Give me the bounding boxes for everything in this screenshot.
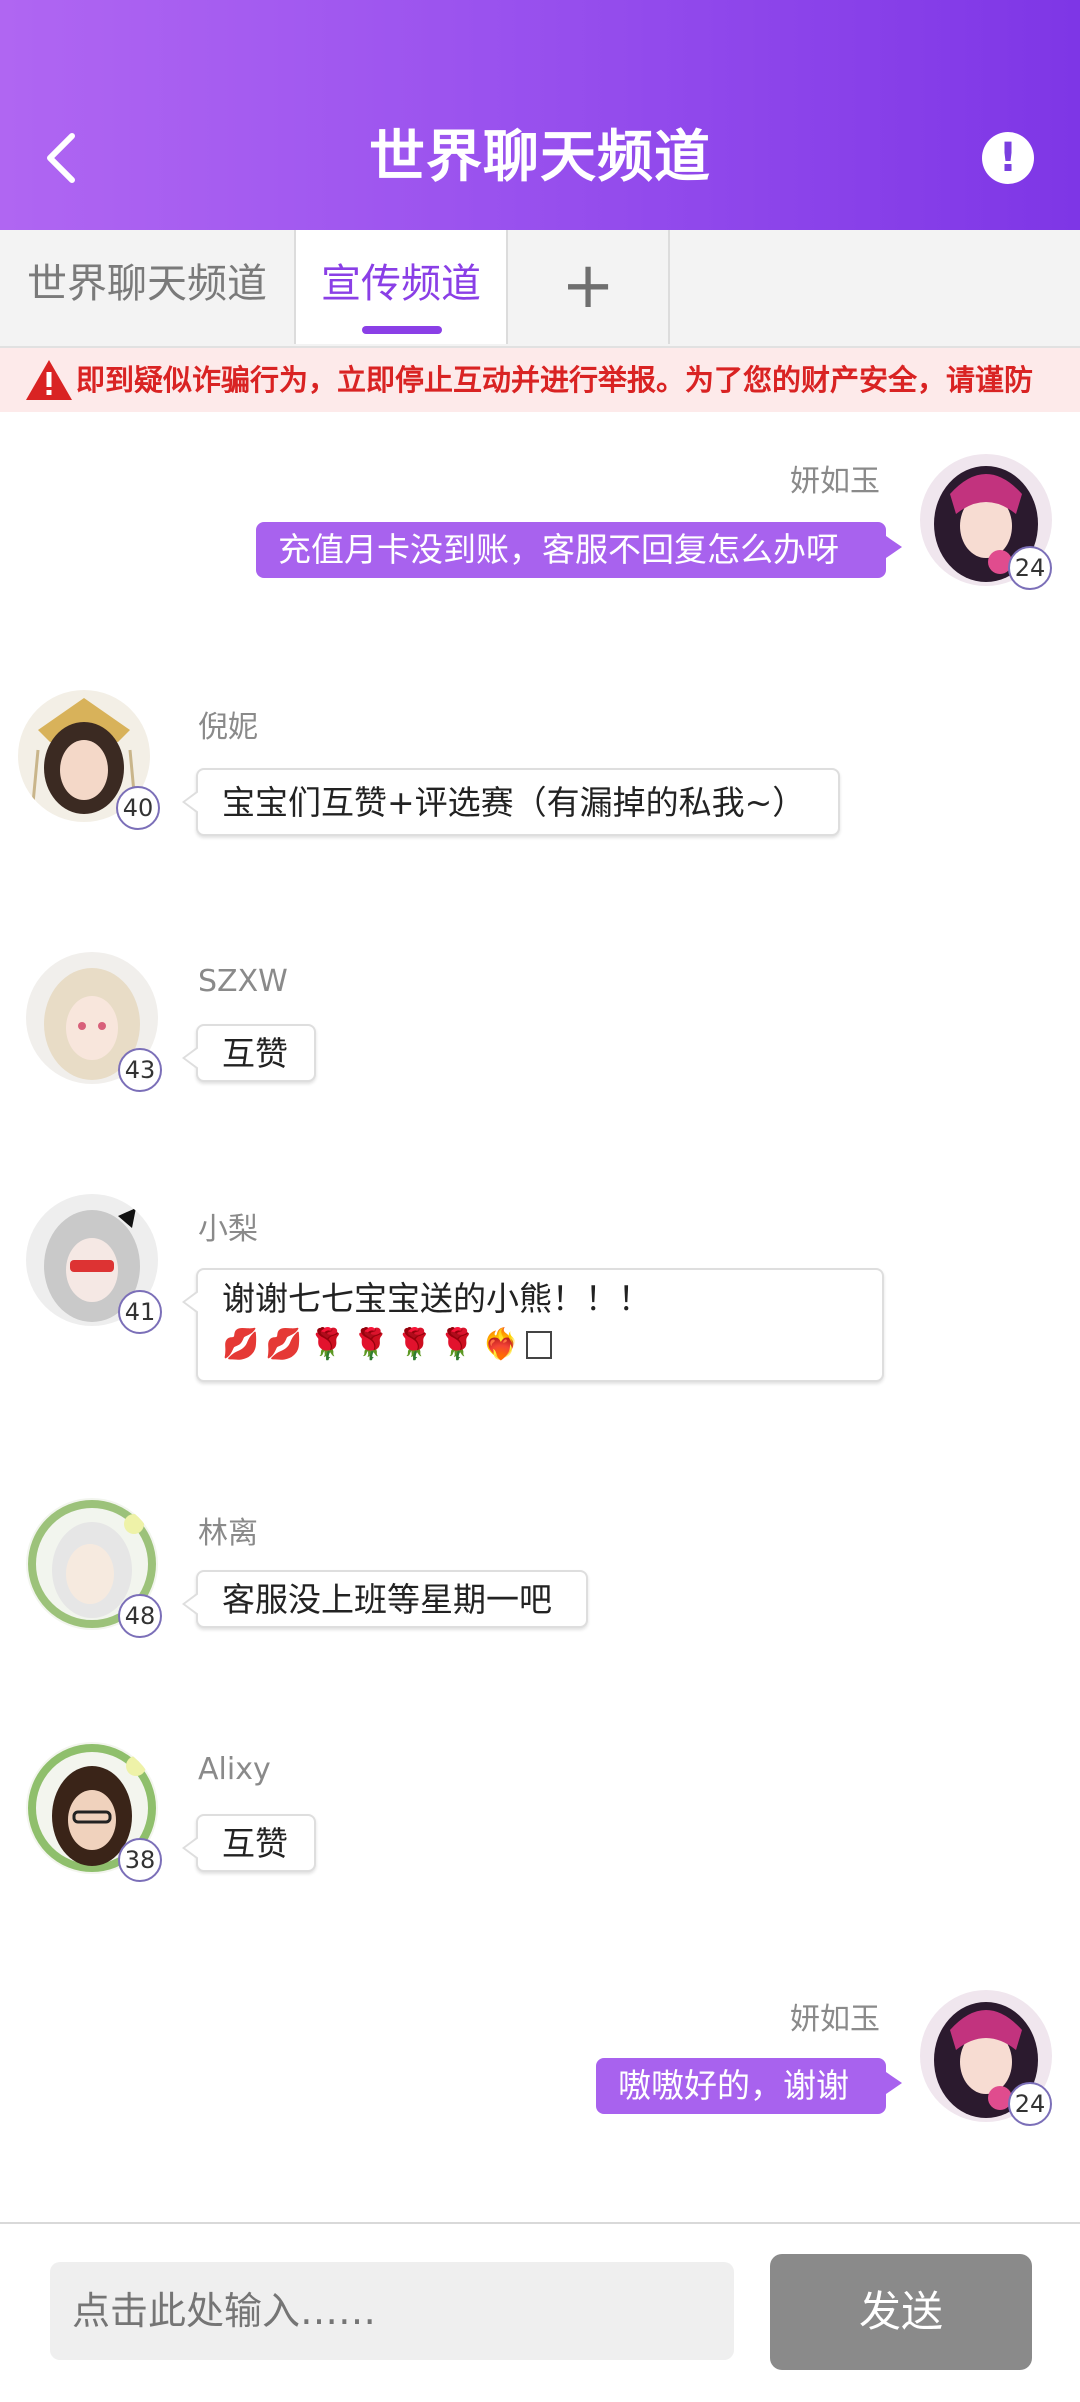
- avatar[interactable]: 24: [920, 1990, 1060, 2130]
- level-badge: 40: [116, 786, 160, 830]
- rose-emoji: 🌹: [395, 1327, 433, 1362]
- send-button[interactable]: 发送: [770, 2254, 1032, 2370]
- message-text: 谢谢七七宝宝送的小熊！！！: [222, 1279, 651, 1318]
- tabbar-spacer: [670, 230, 1080, 344]
- level-badge: 41: [118, 1290, 162, 1334]
- add-channel-button[interactable]: +: [508, 230, 670, 344]
- warning-triangle-icon: [26, 360, 72, 400]
- exclamation-circle-icon: !: [998, 135, 1018, 181]
- level-badge: 48: [118, 1594, 162, 1638]
- fraud-warning-banner: 即到疑似诈骗行为，立即停止互动并进行举报。为了您的财产安全，请谨防: [0, 348, 1080, 412]
- tab-promotion[interactable]: 宣传频道: [296, 230, 508, 344]
- kiss-emoji: 💋: [222, 1327, 260, 1362]
- avatar[interactable]: 24: [920, 454, 1060, 594]
- tab-label: 宣传频道: [321, 261, 481, 307]
- message-bubble[interactable]: 充值月卡没到账，客服不回复怎么办呀: [256, 522, 902, 578]
- heart-on-fire-emoji: ❤️‍🔥: [482, 1327, 520, 1362]
- message-bubble[interactable]: 互赞: [182, 1024, 316, 1082]
- rose-emoji: 🌹: [438, 1327, 477, 1362]
- rose-emoji: 🌹: [308, 1327, 347, 1362]
- avatar[interactable]: 40: [18, 690, 160, 830]
- channel-tabs: 世界聊天频道 宣传频道 +: [0, 230, 1080, 348]
- emoji-row: 💋 💋 🌹 🌹 🌹 🌹 ❤️‍🔥: [222, 1324, 858, 1366]
- message-input[interactable]: [50, 2262, 734, 2360]
- username: 小梨: [198, 1212, 258, 1247]
- username: 林离: [198, 1516, 258, 1551]
- username: SZXW: [198, 964, 288, 999]
- message-bubble[interactable]: 互赞: [182, 1814, 316, 1872]
- username: 妍如玉: [790, 464, 880, 499]
- page-title: 世界聊天频道: [369, 125, 711, 190]
- tab-world-chat[interactable]: 世界聊天频道: [0, 230, 296, 344]
- level-badge: 38: [118, 1838, 162, 1882]
- message-bubble[interactable]: 宝宝们互赞+评选赛（有漏掉的私我~）: [182, 768, 840, 836]
- kiss-emoji: 💋: [265, 1327, 303, 1362]
- plus-icon: +: [561, 249, 615, 323]
- active-tab-indicator: [362, 326, 442, 334]
- level-badge: 24: [1008, 546, 1052, 590]
- warning-text: 即到疑似诈骗行为，立即停止互动并进行举报。为了您的财产安全，请谨防: [76, 363, 1034, 397]
- composer-bar: 发送: [0, 2222, 1080, 2402]
- app-header: 世界聊天频道 !: [0, 0, 1080, 230]
- avatar[interactable]: 43: [26, 952, 166, 1092]
- level-badge: 24: [1008, 2082, 1052, 2126]
- info-button[interactable]: !: [982, 132, 1034, 184]
- message-bubble[interactable]: 嗷嗷好的，谢谢: [596, 2058, 902, 2114]
- rose-emoji: 🌹: [352, 1327, 390, 1362]
- message-bubble[interactable]: 谢谢七七宝宝送的小熊！！！ 💋 💋 🌹 🌹 🌹 🌹 ❤️‍🔥: [182, 1268, 884, 1382]
- avatar[interactable]: 48: [26, 1498, 166, 1638]
- missing-glyph-box: [525, 1331, 552, 1359]
- avatar[interactable]: 38: [26, 1742, 166, 1882]
- username: 倪妮: [198, 710, 258, 745]
- username: 妍如玉: [790, 2002, 880, 2037]
- level-badge: 43: [118, 1048, 162, 1092]
- avatar[interactable]: 41: [26, 1194, 166, 1334]
- message-bubble[interactable]: 客服没上班等星期一吧: [182, 1570, 588, 1628]
- username: Alixy: [198, 1752, 271, 1787]
